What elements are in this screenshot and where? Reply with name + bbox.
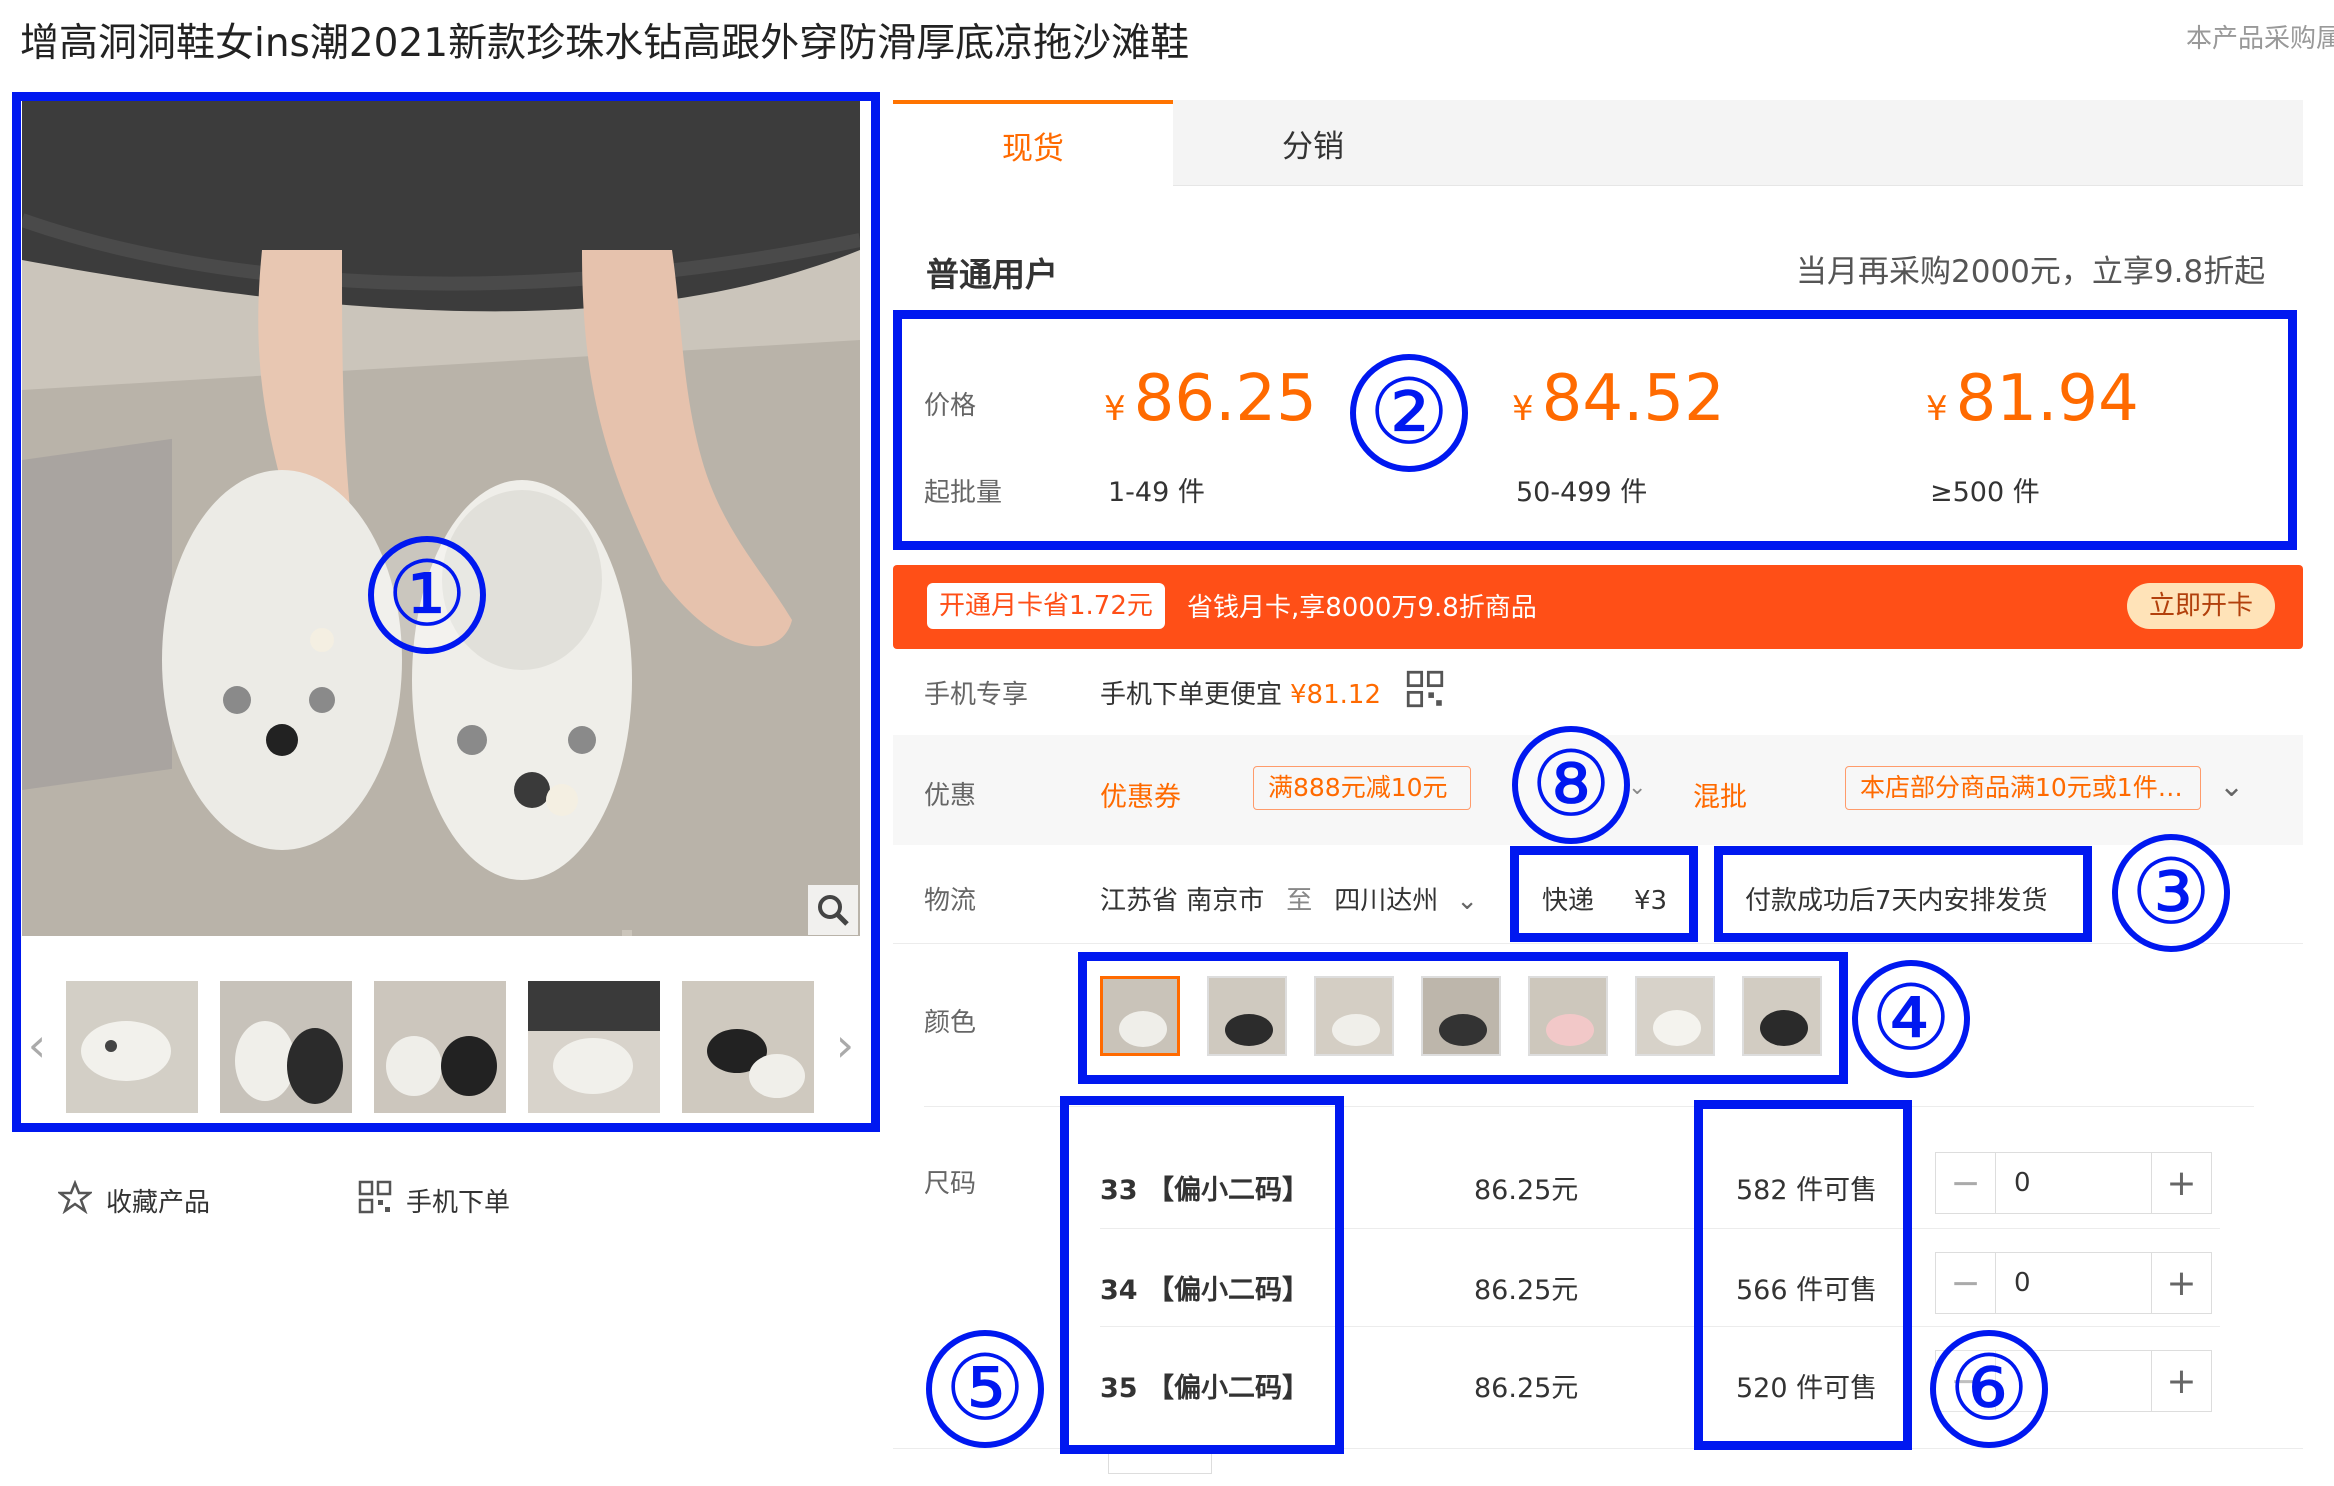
- annotation-number-6: ⑥: [1930, 1330, 2048, 1448]
- mobile-exclusive-label: 手机专享: [924, 680, 1029, 710]
- logistics-label: 物流: [924, 886, 977, 916]
- chevron-down-icon: ⌄: [1456, 886, 1479, 916]
- quantity-stepper: − 0 +: [1935, 1252, 2212, 1314]
- plus-icon[interactable]: +: [2151, 1351, 2211, 1411]
- destination: 四川达州: [1334, 886, 1439, 916]
- plus-icon[interactable]: +: [2151, 1153, 2211, 1213]
- tab-bar: 现货 分销: [893, 100, 2303, 186]
- divider: [893, 943, 2303, 944]
- mix-batch-tag[interactable]: 本店部分商品满10元或1件…: [1845, 766, 2201, 810]
- plus-icon[interactable]: +: [2151, 1253, 2211, 1313]
- user-type-heading: 普通用户: [926, 255, 1058, 294]
- annotation-number-1: ①: [368, 536, 486, 654]
- origin: 江苏省 南京市: [1100, 886, 1265, 916]
- chevron-down-icon[interactable]: ⌄: [1628, 775, 1646, 800]
- open-card-button[interactable]: 立即开卡: [2126, 583, 2275, 629]
- quantity-input[interactable]: 0: [1996, 1153, 2151, 1213]
- size-price: 86.25元: [1474, 1275, 1579, 1306]
- coupon-tag[interactable]: 满888元减10元: [1253, 766, 1471, 810]
- annotation-box-3: [1714, 846, 2092, 942]
- annotation-box-2: [893, 310, 2297, 550]
- purchase-note: 本产品采购属: [2186, 24, 2334, 54]
- mobile-order-label: 手机下单: [406, 1187, 511, 1218]
- quantity-input[interactable]: 0: [1996, 1253, 2151, 1313]
- qr-code-icon: [358, 1180, 392, 1221]
- member-card-tag: 开通月卡省1.72元: [927, 583, 1165, 629]
- favorite-button[interactable]: 收藏产品: [56, 1179, 211, 1221]
- qr-code-icon[interactable]: [1406, 670, 1444, 712]
- annotation-number-8: ⑧: [1512, 726, 1630, 844]
- coupon-type: 优惠券: [1100, 782, 1181, 813]
- member-card-bar: 开通月卡省1.72元 省钱月卡,享8000万9.8折商品 立即开卡: [893, 565, 2303, 649]
- size-label: 尺码: [924, 1169, 977, 1199]
- shipping-route[interactable]: 江苏省 南京市至四川达州 ⌄: [1100, 880, 1478, 917]
- route-to: 至: [1286, 886, 1313, 916]
- product-title: 增高洞洞鞋女ins潮2021新款珍珠水钻高跟外穿防滑厚底凉拖沙滩鞋: [20, 21, 1190, 66]
- mix-batch-type: 混批: [1693, 782, 1747, 813]
- annotation-number-5: ⑤: [926, 1330, 1044, 1448]
- tab-distribution[interactable]: 分销: [1173, 100, 1453, 186]
- color-label: 颜色: [924, 1008, 977, 1038]
- annotation-number-4: ④: [1852, 960, 1970, 1078]
- annotation-box-4: [1078, 952, 1848, 1084]
- mobile-exclusive-price: ¥81.12: [1290, 680, 1381, 710]
- star-icon: [56, 1179, 94, 1221]
- annotation-number-3: ③: [2112, 834, 2230, 952]
- annotation-box-5: [1060, 1096, 1344, 1454]
- member-card-desc: 省钱月卡,享8000万9.8折商品: [1187, 593, 1537, 623]
- minus-icon[interactable]: −: [1936, 1153, 1996, 1213]
- quantity-stepper: − 0 +: [1935, 1152, 2212, 1214]
- size-price: 86.25元: [1474, 1175, 1579, 1206]
- mobile-exclusive-text: 手机下单更便宜 ¥81.12: [1100, 674, 1381, 711]
- annotation-number-2: ②: [1350, 354, 1468, 472]
- chevron-down-icon[interactable]: ⌄: [2219, 769, 2244, 804]
- size-price: 86.25元: [1474, 1373, 1579, 1404]
- tab-spot[interactable]: 现货: [893, 100, 1173, 186]
- mobile-order-button[interactable]: 手机下单: [358, 1180, 510, 1220]
- volume-promo-note: 当月再采购2000元，立享9.8折起: [1796, 254, 2266, 290]
- mobile-exclusive-desc: 手机下单更便宜: [1100, 680, 1283, 710]
- favorite-label: 收藏产品: [106, 1187, 211, 1218]
- annotation-box-8: [1510, 846, 1698, 942]
- minus-icon[interactable]: −: [1936, 1253, 1996, 1313]
- discount-label: 优惠: [924, 781, 977, 811]
- annotation-box-6: [1694, 1100, 1912, 1450]
